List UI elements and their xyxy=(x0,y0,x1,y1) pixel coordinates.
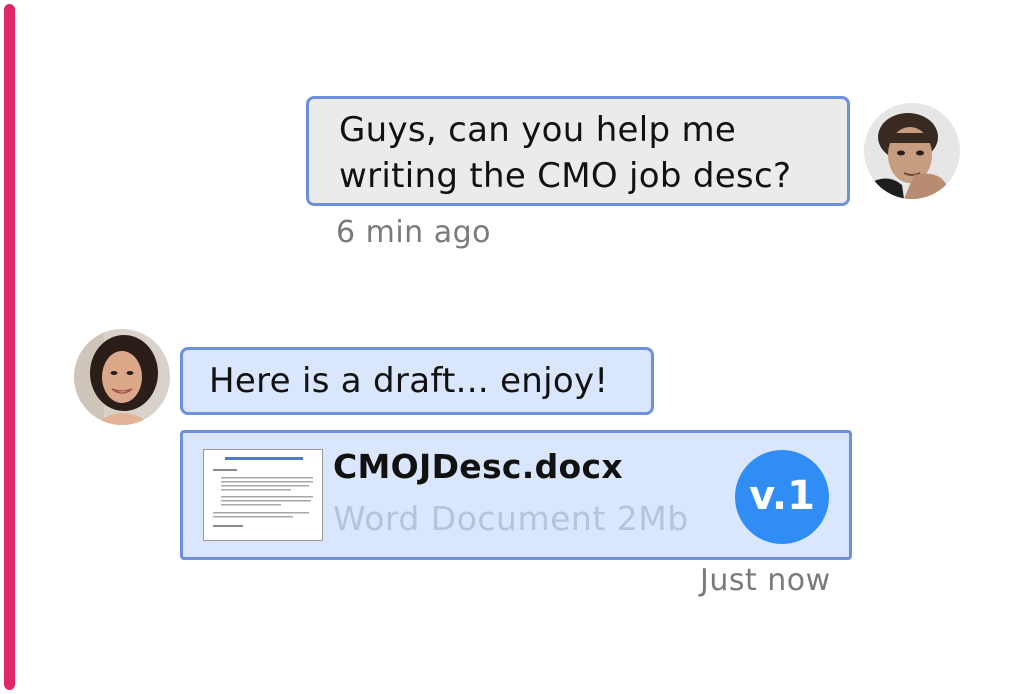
friend-avatar[interactable] xyxy=(74,329,170,425)
incoming-message-bubble[interactable]: Here is a draft... enjoy! xyxy=(180,347,654,415)
timeline-accent-bar xyxy=(4,4,15,690)
version-badge[interactable]: v.1 xyxy=(735,450,829,544)
message-timestamp: 6 min ago xyxy=(336,215,492,250)
file-attachment-card[interactable]: CMOJDesc.docx Word Document 2Mb v.1 xyxy=(180,430,852,560)
message-text-line: writing the CMO job desc? xyxy=(339,156,792,196)
outgoing-message-bubble[interactable]: Guys, can you help me writing the CMO jo… xyxy=(306,96,850,206)
message-text: Here is a draft... enjoy! xyxy=(209,361,609,401)
file-name[interactable]: CMOJDesc.docx xyxy=(333,447,623,486)
document-thumbnail-icon[interactable] xyxy=(203,449,323,541)
message-text-line: Guys, can you help me xyxy=(339,110,737,150)
file-meta: Word Document 2Mb xyxy=(333,499,689,538)
message-timestamp: Just now xyxy=(700,563,831,598)
user-avatar[interactable] xyxy=(864,103,960,199)
